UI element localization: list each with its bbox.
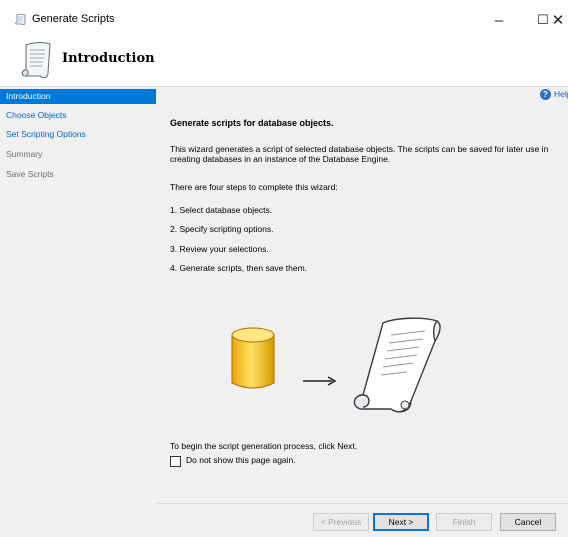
page-title: Introduction: [62, 51, 155, 66]
wizard-content: ? Help Generate scripts for database obj…: [157, 87, 568, 502]
intro-description: This wizard generates a script of select…: [170, 144, 549, 164]
next-button[interactable]: Next >: [373, 513, 429, 531]
minimize-button[interactable]: –: [476, 0, 522, 40]
step-item-1: 1. Select database objects.: [170, 205, 273, 215]
dont-show-again-label[interactable]: Do not show this page again.: [186, 455, 296, 465]
arrow-right-icon: [303, 376, 337, 386]
step-item-4: 4. Generate scripts, then save them.: [170, 263, 308, 273]
script-scroll-icon: [21, 42, 51, 79]
title-bar: Generate Scripts – ☐ ✕: [0, 0, 568, 40]
cancel-button[interactable]: Cancel: [500, 513, 556, 531]
scroll-icon: [353, 317, 441, 413]
help-icon: ?: [540, 88, 551, 100]
steps-intro: There are four steps to complete this wi…: [170, 182, 338, 192]
wizard-header: Introduction: [0, 40, 568, 87]
dont-show-again-checkbox[interactable]: [170, 456, 181, 467]
help-label: Help: [554, 89, 568, 99]
window-title: Generate Scripts: [32, 13, 115, 25]
step-item-2: 2. Specify scripting options.: [170, 224, 274, 234]
sidebar-item-save-scripts: Save Scripts: [6, 169, 54, 179]
sidebar-item-summary: Summary: [6, 149, 43, 159]
wizard-navigation: Introduction Choose Objects Set Scriptin…: [0, 87, 157, 536]
wizard-footer: < Previous Next > Finish Cancel: [157, 503, 568, 537]
previous-button: < Previous: [313, 513, 369, 531]
database-icon: [231, 327, 275, 389]
script-scroll-icon: [15, 13, 26, 26]
sidebar-item-set-scripting-options[interactable]: Set Scripting Options: [0, 127, 156, 142]
sidebar-item-introduction[interactable]: Introduction: [0, 89, 156, 104]
sidebar-item-choose-objects[interactable]: Choose Objects: [0, 108, 156, 123]
help-link[interactable]: ? Help: [540, 87, 568, 101]
step-item-3: 3. Review your selections.: [170, 244, 269, 254]
finish-button: Finish: [436, 513, 492, 531]
intro-heading: Generate scripts for database objects.: [170, 118, 334, 128]
begin-instruction: To begin the script generation process, …: [170, 441, 358, 451]
close-button[interactable]: ✕: [548, 0, 568, 40]
